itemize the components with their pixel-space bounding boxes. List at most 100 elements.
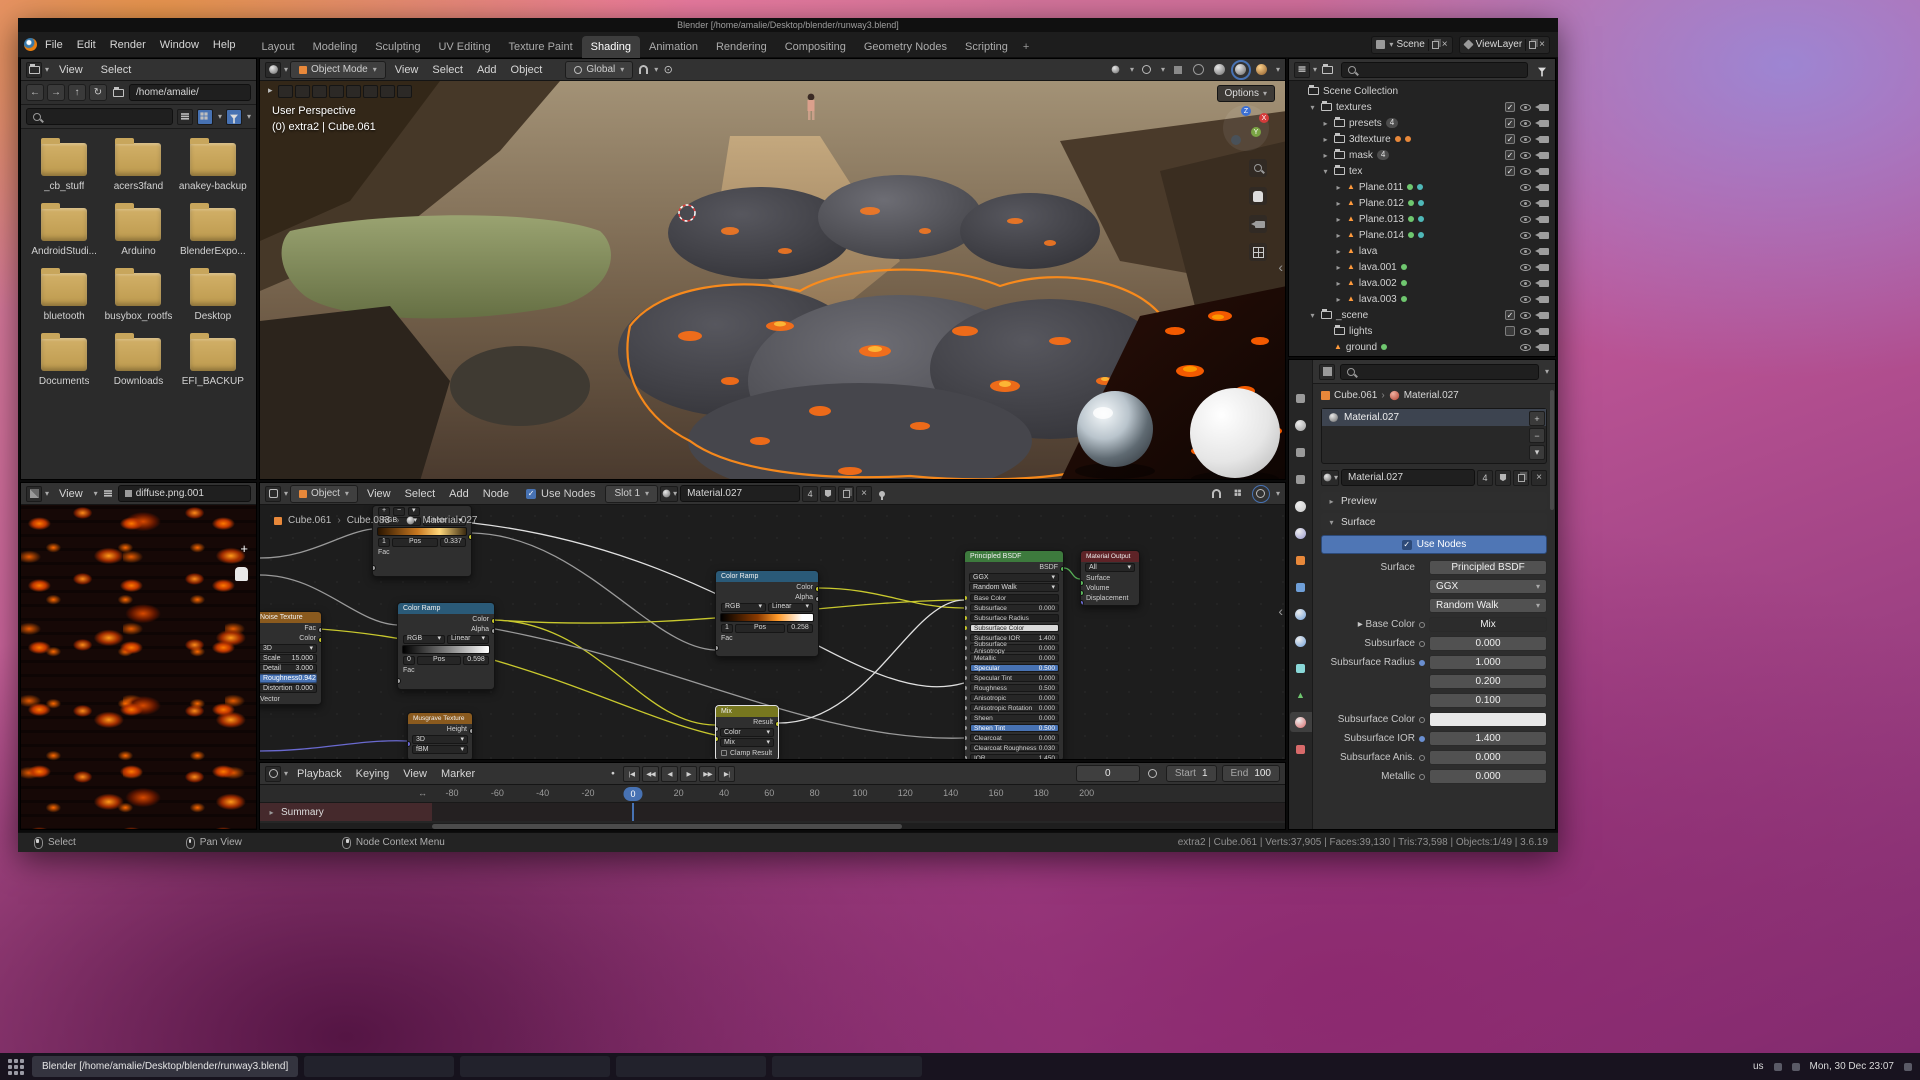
bsdf-socket-sheen[interactable]: Sheen0.000: [965, 713, 1063, 723]
editor-type-icon[interactable]: [265, 486, 281, 502]
eye-visibility-icon[interactable]: [1520, 184, 1531, 191]
tool-button[interactable]: [295, 85, 310, 98]
disclosure-icon[interactable]: ▾: [1308, 311, 1317, 320]
socket-field[interactable]: Specular0.500: [970, 664, 1059, 672]
eye-visibility-icon[interactable]: [1520, 168, 1531, 175]
material-slot-list[interactable]: Material.027 + − ▾: [1321, 408, 1547, 464]
outliner-row-lava[interactable]: ▸▲lava: [1289, 243, 1555, 259]
eye-visibility-icon[interactable]: [1520, 312, 1531, 319]
checkbox-icon[interactable]: [1505, 118, 1515, 128]
end-frame-field[interactable]: End100: [1222, 765, 1280, 782]
jump-to-start-button[interactable]: |◀: [623, 766, 640, 782]
new-scene-icon[interactable]: [1432, 41, 1439, 49]
animate-dot[interactable]: [1419, 717, 1425, 723]
current-frame-line[interactable]: [632, 803, 634, 821]
timeline-menu-marker[interactable]: Marker: [434, 763, 482, 785]
checkbox-icon[interactable]: [1505, 134, 1515, 144]
pan-hand-icon[interactable]: [1249, 187, 1267, 205]
properties-tab-view-layer[interactable]: [1290, 469, 1312, 489]
disclosure-icon[interactable]: ▸: [1334, 247, 1343, 256]
socket-field[interactable]: Subsurface Radius: [970, 614, 1059, 622]
color-ramp-gradient[interactable]: [720, 613, 814, 622]
render-visibility-icon[interactable]: [1539, 184, 1549, 191]
subsurface-method-dropdown[interactable]: Random Walk▾: [969, 583, 1059, 592]
eye-visibility-icon[interactable]: [1520, 248, 1531, 255]
property-field[interactable]: Principled BSDF: [1429, 560, 1547, 575]
path-field[interactable]: /home/amalie/: [129, 84, 251, 101]
ramp-index-field[interactable]: 1: [378, 538, 390, 547]
bsdf-socket-sheen-tint[interactable]: Sheen Tint0.500: [965, 723, 1063, 733]
ramp-pos-value[interactable]: 0.337: [440, 538, 466, 547]
tray-network-icon[interactable]: [1774, 1063, 1782, 1071]
ramp-pos-value[interactable]: 0.258: [787, 624, 813, 633]
bsdf-socket-metallic[interactable]: Metallic0.000: [965, 653, 1063, 663]
add-slot-button[interactable]: +: [1529, 411, 1545, 426]
ramp-index-field[interactable]: 1: [721, 624, 733, 633]
disclosure-icon[interactable]: ▸: [1334, 199, 1343, 208]
properties-tab-texture[interactable]: [1290, 739, 1312, 759]
socket-field[interactable]: Specular Tint0.000: [970, 674, 1059, 682]
eye-visibility-icon[interactable]: [1520, 216, 1531, 223]
render-visibility-icon[interactable]: [1539, 344, 1549, 351]
properties-scrollbar[interactable]: [1550, 390, 1554, 510]
use-nodes-button[interactable]: ✓ Use Nodes: [1321, 535, 1547, 554]
output-target-dropdown[interactable]: All▾: [1085, 563, 1135, 572]
input-socket[interactable]: [715, 645, 719, 651]
material-name-field[interactable]: Material.027: [680, 485, 800, 502]
blender-logo-icon[interactable]: [22, 37, 38, 53]
fake-user-shield-icon[interactable]: [820, 486, 836, 502]
socket-field[interactable]: Clearcoat0.000: [970, 734, 1059, 742]
eye-visibility-icon[interactable]: [1520, 296, 1531, 303]
shading-solid-icon[interactable]: [1212, 62, 1228, 78]
workspace-tab-layout[interactable]: Layout: [253, 36, 304, 58]
up-button[interactable]: ↑: [68, 84, 86, 101]
render-visibility-icon[interactable]: [1539, 296, 1549, 303]
shader-menu-select[interactable]: Select: [398, 483, 443, 505]
property-field[interactable]: 0.100: [1429, 693, 1547, 708]
xray-toggle-icon[interactable]: [1170, 62, 1186, 78]
output-socket[interactable]: [815, 586, 819, 592]
folder-androidstudi-[interactable]: AndroidStudi...: [27, 208, 101, 257]
editor-type-icon[interactable]: [265, 62, 281, 78]
workspace-tab-modeling[interactable]: Modeling: [304, 36, 367, 58]
refresh-button[interactable]: ↻: [89, 84, 107, 101]
shader-type-dropdown[interactable]: Object▾: [290, 485, 358, 503]
viewport-menu-add[interactable]: Add: [470, 59, 504, 81]
socket-field[interactable]: Sheen0.000: [970, 714, 1059, 722]
menu-help[interactable]: Help: [206, 34, 243, 56]
new-material-icon[interactable]: [838, 486, 854, 502]
disclosure-icon[interactable]: ▸: [1334, 183, 1343, 192]
menu-render[interactable]: Render: [103, 34, 153, 56]
close-icon[interactable]: ×: [1442, 40, 1448, 50]
toolbar-expand-icon[interactable]: ▸: [268, 85, 273, 98]
folder-arduino[interactable]: Arduino: [101, 208, 175, 257]
file-search-input[interactable]: [26, 108, 173, 125]
sidebar-collapse-chevron[interactable]: ‹: [1278, 603, 1283, 619]
folder-bluetooth[interactable]: bluetooth: [27, 273, 101, 322]
users-count-button[interactable]: 4: [802, 486, 818, 502]
outliner-row-mask[interactable]: ▸mask4: [1289, 147, 1555, 163]
disclosure-icon[interactable]: ▸: [1334, 295, 1343, 304]
node-noise-texture[interactable]: Noise Texture Fac Color 3D▾ Scale15.000D…: [259, 611, 322, 705]
taskbar-window-entry[interactable]: [772, 1056, 922, 1077]
socket-field[interactable]: IOR1.450: [970, 754, 1059, 760]
forward-button[interactable]: →: [47, 84, 65, 101]
workspace-tab-uv-editing[interactable]: UV Editing: [429, 36, 499, 58]
create-folder-icon[interactable]: [110, 85, 126, 101]
eye-visibility-icon[interactable]: [1520, 104, 1531, 111]
camera-view-icon[interactable]: [1249, 215, 1267, 233]
disclosure-icon[interactable]: ▸: [1321, 119, 1330, 128]
unlink-material-icon[interactable]: ×: [856, 486, 872, 502]
checkbox-icon[interactable]: [1505, 166, 1515, 176]
menu-edit[interactable]: Edit: [70, 34, 103, 56]
taskbar-blender-entry[interactable]: Blender [/home/amalie/Desktop/blender/ru…: [32, 1056, 298, 1077]
overlays-icon[interactable]: [1253, 486, 1269, 502]
show-gizmo-icon[interactable]: [1108, 62, 1124, 78]
workspace-tab-geometry-nodes[interactable]: Geometry Nodes: [855, 36, 956, 58]
outliner-row-lights[interactable]: lights: [1289, 323, 1555, 339]
app-grid-icon[interactable]: [8, 1059, 12, 1063]
property-field[interactable]: [1429, 712, 1547, 727]
viewport-scene-render[interactable]: [260, 81, 1286, 480]
filter-button[interactable]: [226, 109, 242, 125]
shading-wireframe-icon[interactable]: [1191, 62, 1207, 78]
